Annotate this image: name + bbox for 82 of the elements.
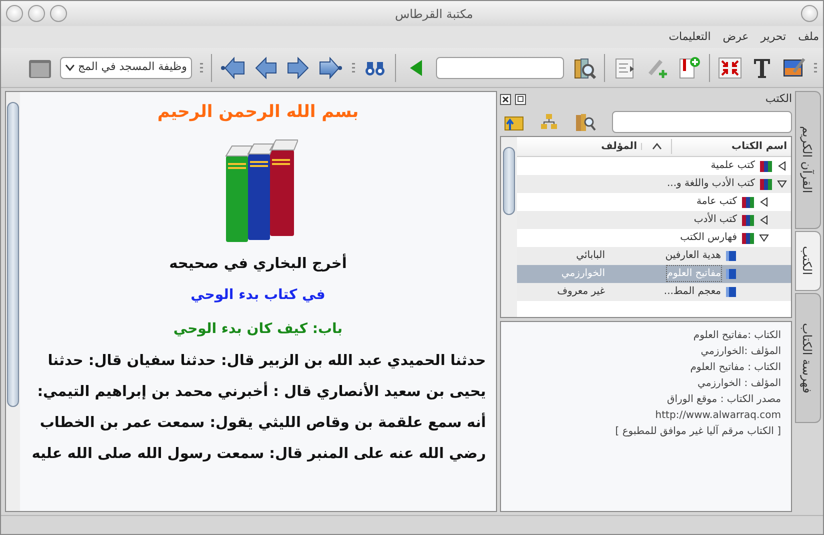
window-control[interactable]	[801, 5, 818, 22]
subtitle-text: أخرج البخاري في صحيحه	[168, 252, 348, 274]
search-book-icon[interactable]	[572, 56, 596, 80]
tree-row[interactable]: فهارس الكتب	[517, 228, 791, 246]
category-name: كتب الأدب واللغة و...	[667, 176, 755, 191]
window-control[interactable]	[6, 5, 23, 22]
tree-row[interactable]: كتب عامة	[517, 192, 791, 210]
toolbar-grip-icon	[200, 62, 203, 72]
caret-icon	[65, 64, 75, 72]
detail-line: المؤلف : الخوارزمي	[696, 376, 781, 390]
sort-caret-icon	[652, 142, 662, 150]
first-arrow-icon[interactable]	[220, 56, 246, 80]
book-author: غير معروف	[557, 285, 606, 299]
tree-row[interactable]: كتب علمية	[517, 156, 791, 174]
bookmark-add-icon[interactable]	[677, 56, 701, 80]
detail-line: مصدر الكتاب : موقع الوراق	[666, 392, 781, 406]
window-control[interactable]	[50, 5, 67, 22]
book-title: معجم المط...	[664, 285, 721, 299]
body-text-line: رضي الله عنه على المنبر قال: سمعت رسول الله صلى الله عليه	[30, 444, 486, 464]
collapse-triangle-icon[interactable]	[759, 232, 769, 242]
book-title: هدية العارفين	[665, 249, 721, 263]
category-name: كتب الأدب	[694, 212, 737, 227]
column-header[interactable]: المؤلف	[601, 138, 641, 154]
menu-item[interactable]: ملف	[798, 28, 819, 46]
detail-line: http://www.alwarraq.com	[654, 408, 781, 422]
heading-text: بسم الله الرحمن الرحيم	[156, 101, 360, 124]
books-icon	[741, 230, 755, 244]
detail-line: الكتاب : مفاتيح العلوم	[689, 360, 781, 374]
left-arrow-icon[interactable]	[254, 56, 278, 80]
collapse-triangle-icon[interactable]	[777, 178, 787, 188]
category-name: كتب عامة	[696, 195, 737, 209]
column-header[interactable]: اسم الكتاب	[671, 138, 791, 154]
fullscreen-icon[interactable]	[718, 56, 742, 80]
tree-row[interactable]: كتب الأدب	[517, 210, 791, 228]
books-icon	[741, 212, 755, 226]
body-text-line: حدثنا الحميدي عبد الله بن الزبير قال: حدثنا سفيان قال: حدثنا	[46, 352, 486, 370]
book-combo-box[interactable]: وظيفة المسجد في المج	[60, 56, 192, 78]
book-title: مفاتيح العلوم	[666, 266, 721, 281]
book-icon	[725, 268, 737, 280]
panel-title: الكتب	[764, 91, 792, 107]
toolbar-grip-icon	[352, 62, 355, 72]
right-arrow-icon[interactable]	[286, 56, 310, 80]
scrollbar-thumb[interactable]	[7, 102, 19, 407]
tree-row[interactable]: كتب الأدب واللغة و...	[517, 174, 791, 192]
window-title: مكتبة القرطاس	[394, 6, 474, 22]
category-name: فهارس الكتب	[680, 231, 737, 245]
side-tab[interactable]: فهرسة الكتاب	[795, 293, 821, 423]
tree-row[interactable]: هدية العارفين البابائي	[517, 246, 791, 264]
detail-line: [ الكتاب مرقم آليا غير موافق للمطبوع ]	[614, 424, 781, 438]
tree-row[interactable]: معجم المط... غير معروف	[517, 282, 791, 300]
window-control[interactable]	[28, 5, 45, 22]
menu-item[interactable]: التعليمات	[668, 28, 711, 46]
book-icon	[725, 286, 737, 298]
books-icon	[759, 176, 773, 190]
detail-line: الكتاب :مفاتيح العلوم	[692, 328, 781, 342]
close-icon[interactable]	[500, 94, 511, 105]
side-tab[interactable]: الكتب	[795, 231, 821, 291]
body-text-line: يحيى بن سعيد الأنصاري قال : أخبرني محمد بن إبراهيم التيمي:	[36, 380, 486, 402]
image-edit-icon[interactable]	[782, 56, 806, 80]
toolbar-grip-icon	[814, 62, 817, 72]
chapter-text: في كتاب بدء الوحي	[190, 286, 326, 304]
expand-triangle-icon[interactable]	[759, 196, 769, 206]
book-icon	[725, 250, 737, 262]
tree-structure-icon[interactable]	[540, 112, 558, 130]
book-author: البابائي	[576, 249, 606, 263]
section-text: باب: كيف كان بدء الوحي	[172, 320, 344, 338]
book-author: الخوارزمي	[561, 267, 606, 281]
books-icon	[759, 158, 773, 172]
detail-line: المؤلف :الخوارزمي	[700, 344, 781, 358]
expand-triangle-icon[interactable]	[759, 214, 769, 224]
expand-triangle-icon[interactable]	[777, 160, 787, 170]
category-name: كتب علمية	[710, 159, 755, 173]
menu-item[interactable]: عرض	[722, 28, 749, 46]
filter-field[interactable]	[612, 110, 792, 132]
restore-icon[interactable]	[515, 94, 526, 105]
body-text-line: أنه سمع علقمة بن وقاص الليثي يقول: سمعت عمر بن الخطاب	[38, 412, 486, 432]
side-tab[interactable]: القرآن الكريم	[795, 91, 821, 229]
search-field[interactable]	[436, 56, 564, 78]
books-icon	[741, 194, 755, 208]
scrollbar-thumb[interactable]	[503, 146, 515, 214]
menu-item[interactable]: تحرير	[760, 28, 786, 46]
last-arrow-icon[interactable]	[318, 56, 344, 80]
